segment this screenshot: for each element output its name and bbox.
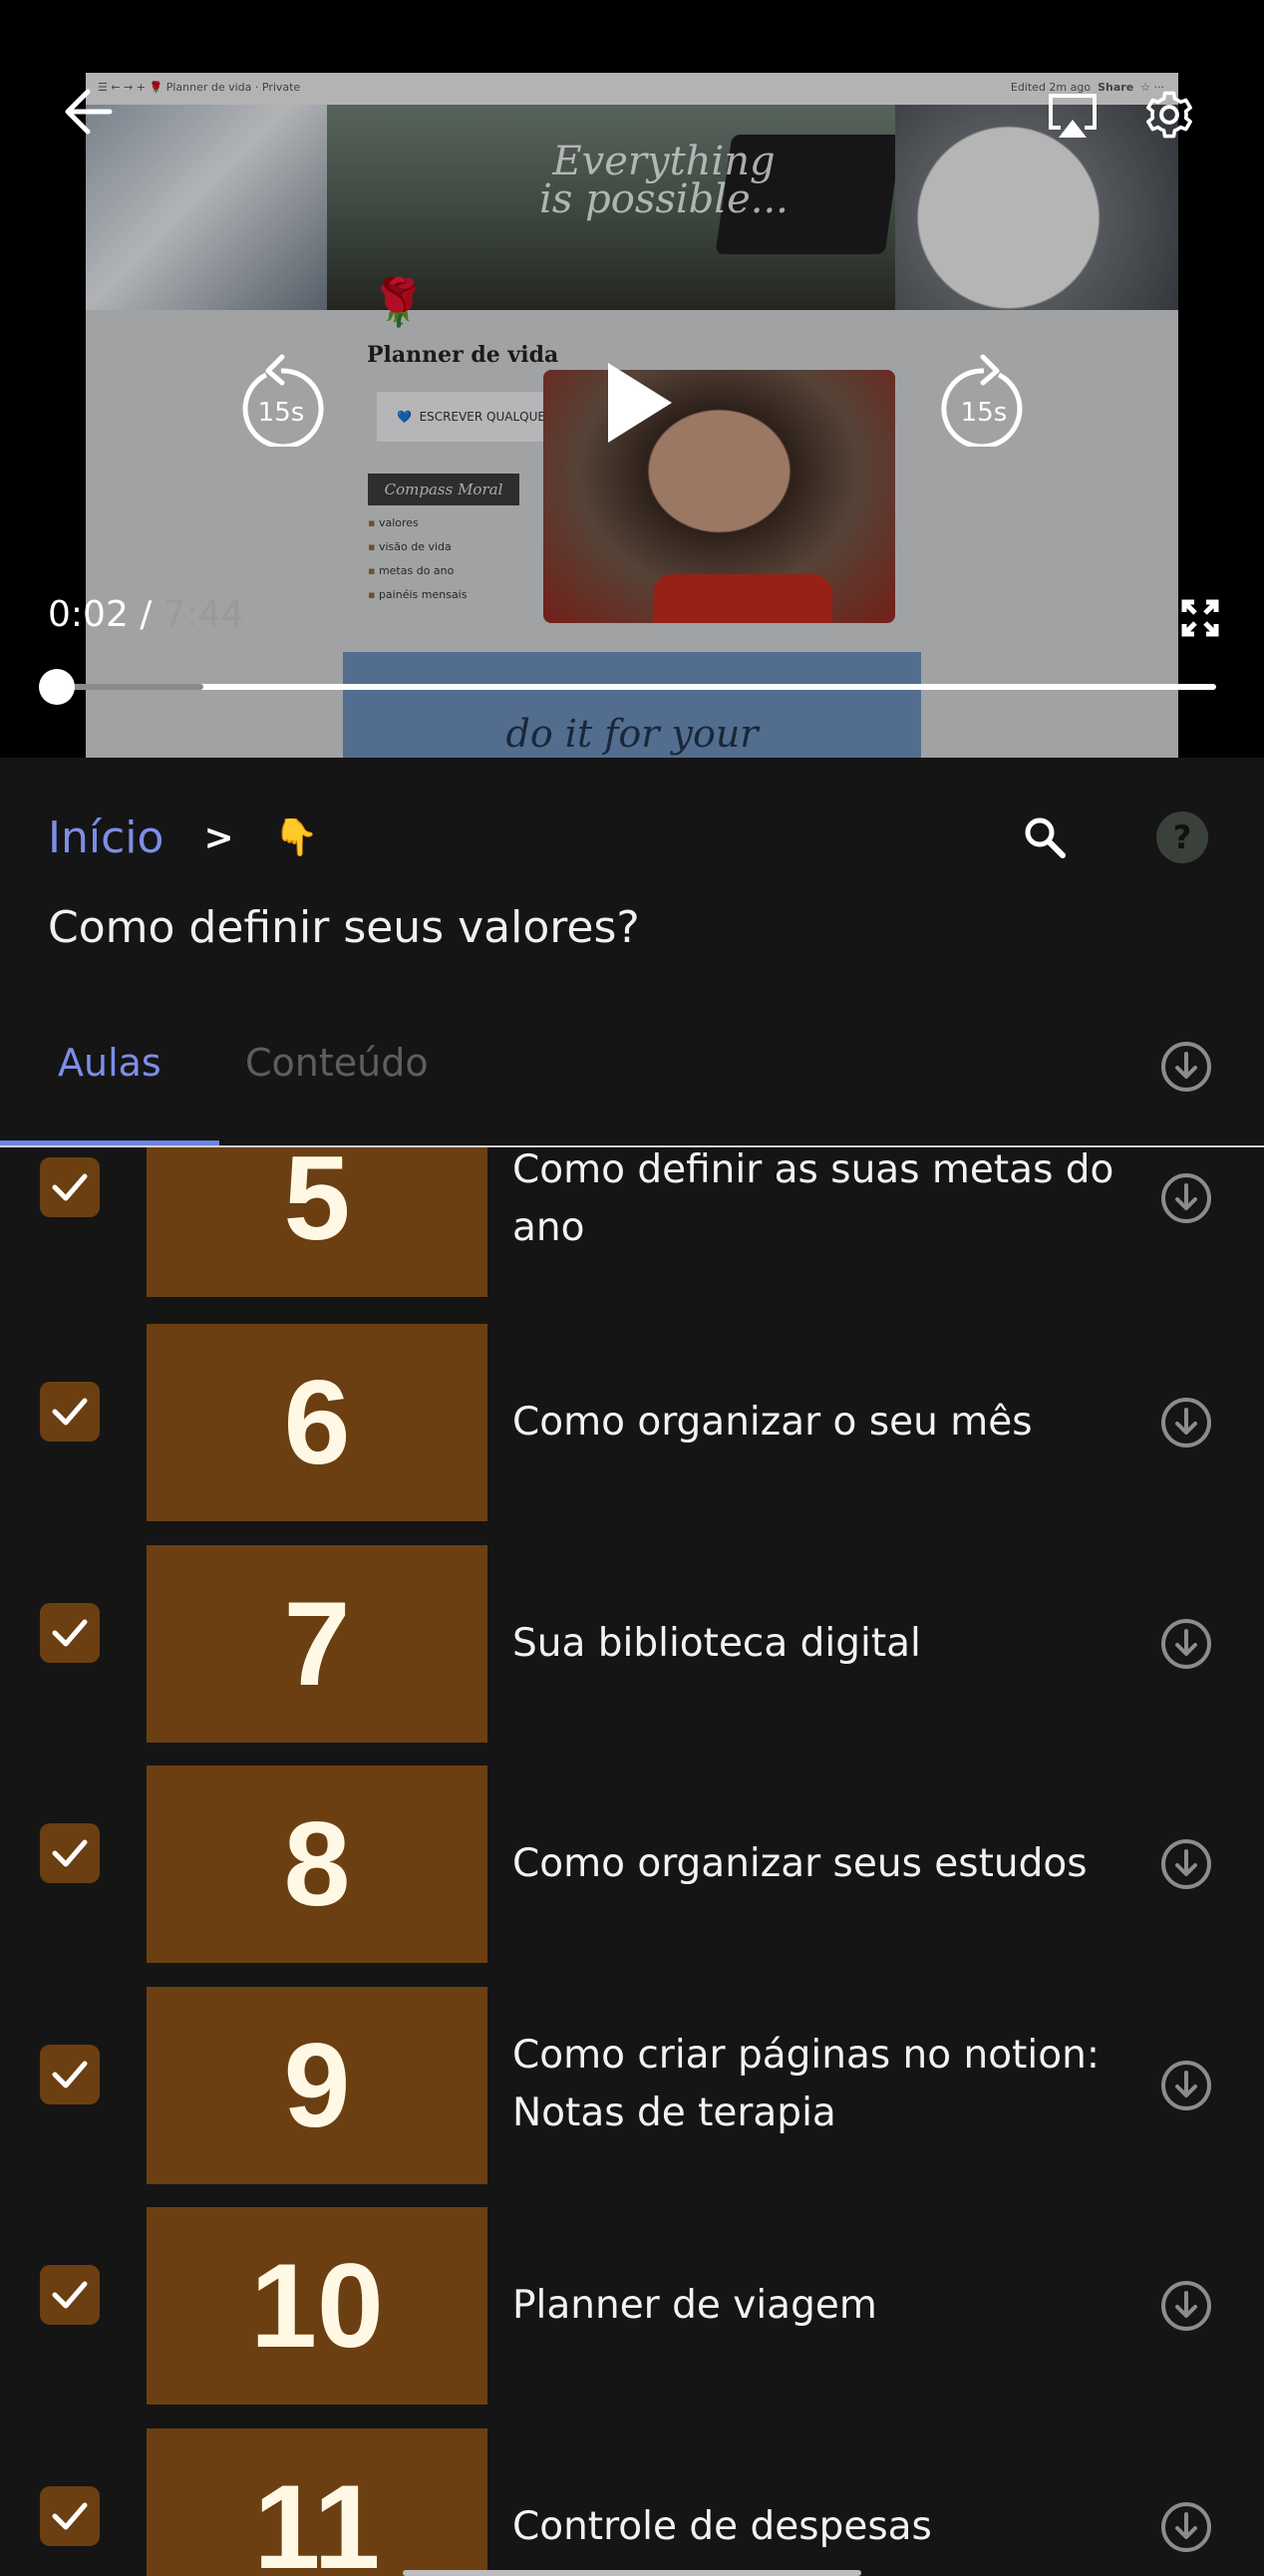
lesson-title-text[interactable]: Sua biblioteca digital	[512, 1615, 1120, 1673]
lesson-number: 11	[253, 2460, 381, 2576]
download-button[interactable]	[1160, 1838, 1212, 1894]
download-icon	[1161, 1042, 1211, 1092]
lesson-row[interactable]: 7 Sua biblioteca digital	[0, 1545, 1264, 1743]
completed-checkbox[interactable]	[40, 1157, 100, 1217]
lesson-title-text[interactable]: Como organizar o seu mês	[512, 1394, 1120, 1451]
forward-15-button[interactable]: 15s	[939, 351, 1029, 447]
completed-checkbox[interactable]	[40, 2265, 100, 2325]
progress-track[interactable]	[52, 684, 1216, 690]
download-all-button[interactable]	[1160, 1041, 1212, 1097]
checkmark-icon	[52, 2502, 88, 2530]
download-button[interactable]	[1160, 2060, 1212, 2115]
checkmark-icon	[52, 2281, 88, 2309]
download-button[interactable]	[1160, 1397, 1212, 1452]
pointing-down-icon: 👇	[273, 817, 319, 858]
lesson-row[interactable]: 8 Como organizar seus estudos	[0, 1766, 1264, 1963]
play-button[interactable]	[604, 361, 674, 445]
fullscreen-icon	[1181, 599, 1219, 637]
chevron-right-icon: >	[203, 816, 234, 858]
current-time: 0:02	[48, 594, 129, 635]
lesson-row[interactable]: 5 Como definir as suas metas do ano	[0, 1147, 1264, 1297]
question-icon: ?	[1172, 818, 1192, 856]
download-icon	[1161, 2061, 1211, 2110]
lesson-number: 7	[283, 1577, 351, 1711]
forward-icon: 15s	[941, 354, 1023, 447]
forward-label: 15s	[961, 398, 1008, 428]
download-icon	[1161, 2281, 1211, 2331]
lesson-title-text[interactable]: Como criar páginas no notion: Notas de t…	[512, 2027, 1120, 2142]
completed-checkbox[interactable]	[40, 2486, 100, 2546]
airplay-button[interactable]	[1047, 92, 1099, 140]
lesson-number: 10	[250, 2239, 384, 2373]
settings-button[interactable]	[1142, 88, 1196, 142]
download-button[interactable]	[1160, 1172, 1212, 1228]
lesson-row[interactable]: 11 Controle de despesas	[0, 2428, 1264, 2576]
seek-handle[interactable]	[39, 669, 75, 705]
lesson-thumbnail[interactable]: 6	[147, 1324, 487, 1521]
lesson-thumbnail[interactable]: 5	[147, 1147, 487, 1297]
lesson-number: 6	[283, 1356, 351, 1489]
download-icon	[1161, 1398, 1211, 1448]
lesson-number: 8	[283, 1797, 351, 1931]
lesson-number: 5	[283, 1147, 351, 1265]
time-display: 0:02 / 7:44	[48, 594, 244, 635]
tab-bar: Aulas Conteúdo	[0, 1007, 1264, 1146]
lesson-title-text[interactable]: Controle de despesas	[512, 2498, 1120, 2556]
fullscreen-button[interactable]	[1180, 598, 1220, 638]
lesson-thumbnail[interactable]: 10	[147, 2207, 487, 2405]
checkmark-icon	[52, 1619, 88, 1647]
lesson-title: Como definir seus valores?	[48, 902, 640, 953]
lesson-title-text[interactable]: Como organizar seus estudos	[512, 1835, 1120, 1893]
arrow-left-icon	[65, 89, 113, 135]
tab-aulas[interactable]: Aulas	[58, 1041, 161, 1085]
download-icon	[1161, 1839, 1211, 1889]
lesson-thumbnail[interactable]: 7	[147, 1545, 487, 1743]
checkmark-icon	[52, 1173, 88, 1201]
tab-conteudo[interactable]: Conteúdo	[245, 1041, 429, 1085]
gear-icon	[1146, 91, 1192, 139]
download-icon	[1161, 1173, 1211, 1223]
lesson-list[interactable]: 5 Como definir as suas metas do ano 6 Co…	[0, 1147, 1264, 2576]
rewind-label: 15s	[258, 398, 305, 428]
lesson-row[interactable]: 10 Planner de viagem	[0, 2207, 1264, 2405]
lesson-thumbnail[interactable]: 9	[147, 1987, 487, 2184]
back-button[interactable]	[62, 86, 114, 138]
breadcrumb-home-link[interactable]: Início	[48, 812, 163, 863]
completed-checkbox[interactable]	[40, 1603, 100, 1663]
lesson-row[interactable]: 9 Como criar páginas no notion: Notas de…	[0, 1987, 1264, 2184]
help-button[interactable]: ?	[1156, 811, 1208, 863]
breadcrumb: Início > 👇	[48, 807, 318, 867]
lesson-title-text[interactable]: Planner de viagem	[512, 2277, 1120, 2335]
completed-checkbox[interactable]	[40, 1382, 100, 1442]
download-button[interactable]	[1160, 2501, 1212, 2557]
lesson-number: 9	[283, 2019, 351, 2152]
download-icon	[1161, 1619, 1211, 1669]
download-button[interactable]	[1160, 1618, 1212, 1674]
duration: 7:44	[162, 594, 244, 635]
completed-checkbox[interactable]	[40, 1823, 100, 1883]
play-icon	[608, 363, 672, 443]
checkmark-icon	[52, 1839, 88, 1867]
search-icon	[1025, 817, 1066, 858]
checkmark-icon	[52, 2061, 88, 2089]
completed-checkbox[interactable]	[40, 2045, 100, 2104]
lesson-thumbnail[interactable]: 8	[147, 1766, 487, 1963]
rewind-icon: 15s	[242, 354, 324, 447]
checkmark-icon	[52, 1398, 88, 1426]
search-button[interactable]	[1021, 813, 1069, 865]
download-icon	[1161, 2502, 1211, 2552]
airplay-icon	[1049, 94, 1097, 138]
download-button[interactable]	[1160, 2280, 1212, 2336]
lesson-row[interactable]: 6 Como organizar o seu mês	[0, 1324, 1264, 1521]
rewind-15-button[interactable]: 15s	[236, 351, 326, 447]
lesson-thumbnail[interactable]: 11	[147, 2428, 487, 2576]
lesson-title-text[interactable]: Como definir as suas metas do ano	[512, 1147, 1120, 1257]
video-player[interactable]: ☰ ← → + 🌹 Planner de vida · Private Edit…	[0, 0, 1264, 758]
home-indicator	[403, 2570, 861, 2576]
